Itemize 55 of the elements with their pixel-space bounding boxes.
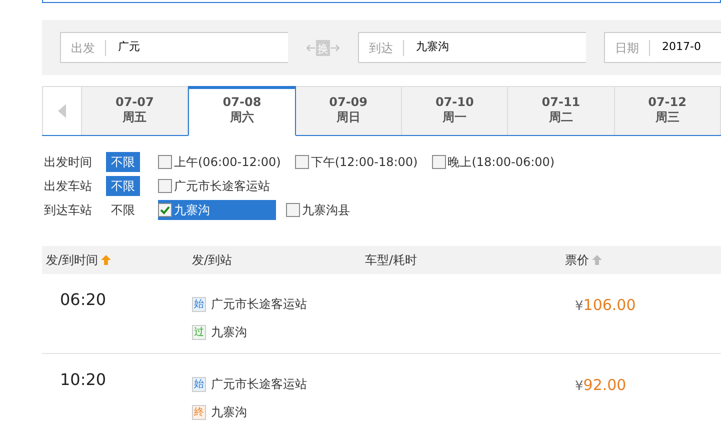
filter-option[interactable]: 不限 xyxy=(106,200,140,220)
checkbox[interactable] xyxy=(286,203,300,217)
checkbox[interactable] xyxy=(158,179,172,193)
sort-arrow-icon[interactable] xyxy=(101,255,112,265)
sort-arrow-icon[interactable] xyxy=(592,255,602,265)
date-tab[interactable]: 07-10 周一 xyxy=(402,86,508,135)
checkbox[interactable] xyxy=(158,155,172,169)
filter-option[interactable]: 不限 xyxy=(106,152,140,172)
filter-option[interactable]: 不限 xyxy=(106,176,140,196)
departure-time: 06:20 xyxy=(59,290,106,309)
search-field[interactable]: 出发 广元 xyxy=(60,32,288,63)
search-field[interactable]: 到达 九寨沟 xyxy=(358,32,586,63)
date-tab[interactable]: 07-11 周二 xyxy=(508,86,615,135)
date-tab[interactable]: 07-12 周三 xyxy=(614,86,721,135)
station-name: 广元市长途客运站 xyxy=(211,296,307,313)
column-header: 车型/耗时 xyxy=(365,253,418,267)
left-arrow-icon xyxy=(58,104,66,118)
field-label: 到达 xyxy=(359,40,404,56)
station-name: 广元市长途客运站 xyxy=(211,376,307,393)
currency-sign: ¥ xyxy=(575,299,584,314)
stop-tag: 始 xyxy=(192,376,206,392)
search-field[interactable]: 日期 2017-0 xyxy=(604,32,721,63)
field-value: 九寨沟 xyxy=(415,39,449,56)
field-label: 日期 xyxy=(605,40,650,56)
field-value: 广元 xyxy=(117,39,140,56)
column-header[interactable]: 发/到时间 xyxy=(46,253,98,267)
ticket-price: 106.00 xyxy=(583,296,636,314)
filter-option[interactable]: 下午(12:00-18:00) xyxy=(294,152,422,172)
date-tab[interactable]: 07-09 周日 xyxy=(296,86,402,135)
column-header[interactable]: 票价 xyxy=(565,253,589,267)
filter-option[interactable]: 九寨沟 xyxy=(158,200,276,220)
checkbox[interactable] xyxy=(158,203,172,217)
departure-time: 10:20 xyxy=(59,370,106,389)
filter-option[interactable]: 九寨沟县 xyxy=(286,200,354,220)
field-value: 2017-0 xyxy=(661,39,701,56)
filter-option[interactable]: 上午(06:00-12:00) xyxy=(158,152,285,172)
station-name: 九寨沟 xyxy=(211,324,247,341)
filter-option[interactable]: 广元市长途客运站 xyxy=(158,176,274,196)
filter-option[interactable]: 晚上(18:00-06:00) xyxy=(432,152,559,172)
ticket-price: 92.00 xyxy=(583,376,626,394)
currency-sign: ¥ xyxy=(575,379,584,394)
prev-button[interactable] xyxy=(42,86,82,135)
date-tab[interactable]: 07-08 周六 xyxy=(188,86,296,136)
date-tab[interactable]: 07-07 周五 xyxy=(82,86,188,135)
filter-label: 出发车站 xyxy=(43,178,93,195)
stop-tag: 过 xyxy=(192,324,206,340)
column-header: 发/到站 xyxy=(192,253,232,267)
filter-label: 出发时间 xyxy=(43,154,93,171)
stop-tag: 始 xyxy=(192,296,206,312)
checkbox[interactable] xyxy=(294,155,309,169)
field-label: 出发 xyxy=(61,40,106,56)
checkbox[interactable] xyxy=(432,155,446,169)
filter-label: 到达车站 xyxy=(43,202,93,219)
stop-tag: 終 xyxy=(192,404,206,420)
station-name: 九寨沟 xyxy=(211,404,247,421)
